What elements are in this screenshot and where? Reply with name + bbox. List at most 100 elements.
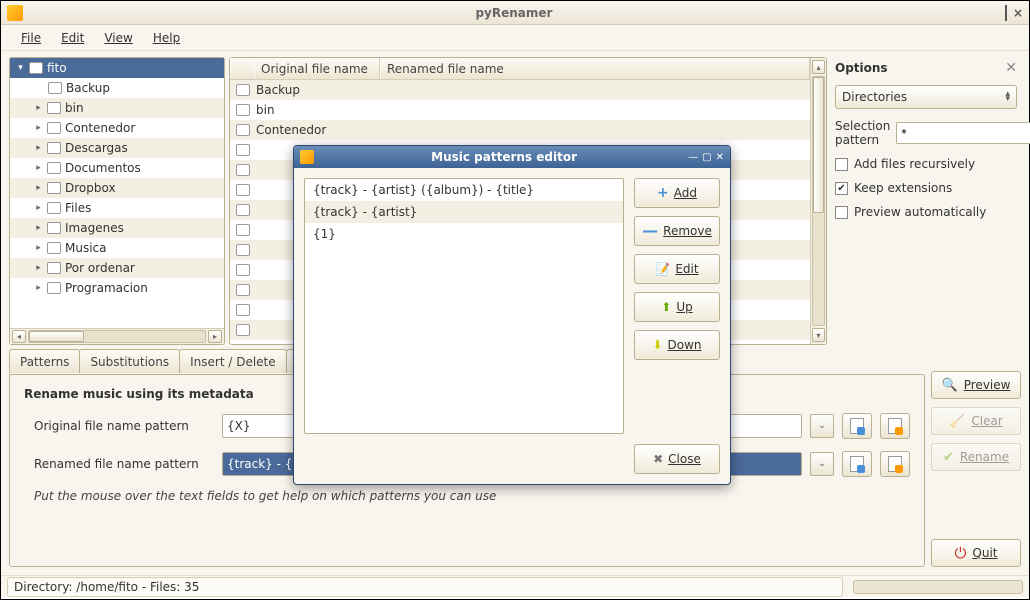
pattern-item[interactable]: {track} - {artist} ({album}) - {title} [305, 179, 623, 201]
list-cell: bin [256, 103, 275, 117]
expander-icon[interactable]: ▸ [34, 263, 43, 273]
tree-label: Programacion [65, 281, 148, 295]
expander-icon[interactable]: ▸ [34, 163, 43, 173]
pattern-item[interactable]: {track} - {artist} [305, 201, 623, 223]
preview-auto-checkbox[interactable] [835, 206, 848, 219]
orig-pattern-edit-button[interactable] [880, 413, 910, 439]
keep-extensions-checkbox[interactable]: ✔ [835, 182, 848, 195]
scroll-thumb[interactable] [29, 331, 84, 342]
tree-item[interactable]: ▸ Files [10, 198, 224, 218]
pattern-item[interactable]: {1} [305, 223, 623, 245]
tree-item[interactable]: ▸ Documentos [10, 158, 224, 178]
window-close-button[interactable]: × [1013, 6, 1023, 20]
options-type-combo[interactable]: Directories ▴▾ [835, 85, 1017, 109]
folder-icon [236, 104, 250, 116]
scroll-left-icon[interactable]: ◂ [12, 330, 26, 343]
menu-help[interactable]: Help [145, 28, 188, 48]
tree-label: Por ordenar [65, 261, 135, 275]
dialog-close-button[interactable]: ✕ [716, 152, 724, 163]
tree-item[interactable]: ▸ Dropbox [10, 178, 224, 198]
expander-icon[interactable]: ▸ [34, 143, 43, 153]
selection-pattern-input[interactable] [896, 122, 1030, 144]
clear-button[interactable]: 🧹Clear [931, 407, 1021, 435]
tab-substitutions[interactable]: Substitutions [79, 349, 180, 373]
menu-edit[interactable]: Edit [53, 28, 92, 48]
edit-icon [888, 418, 902, 434]
column-renamed[interactable]: Renamed file name [380, 58, 810, 79]
tree-hscrollbar[interactable]: ◂ ▸ [10, 328, 224, 344]
orig-pattern-save-button[interactable] [842, 413, 872, 439]
list-item[interactable]: Contenedor [230, 120, 810, 140]
expander-icon[interactable]: ▸ [34, 123, 43, 133]
rename-button[interactable]: ✔Rename [931, 443, 1021, 471]
expander-icon[interactable]: ▸ [34, 103, 43, 113]
filelist-vscrollbar[interactable]: ▴ ▾ [810, 58, 826, 344]
remove-button[interactable]: —Remove [634, 216, 720, 246]
expander-icon[interactable]: ▸ [34, 223, 43, 233]
up-button[interactable]: ⬆Up [634, 292, 720, 322]
preview-button[interactable]: 🔍Preview [931, 371, 1021, 399]
tab-patterns[interactable]: Patterns [9, 349, 80, 373]
tree-label: fito [47, 61, 67, 75]
list-item[interactable]: Backup [230, 80, 810, 100]
expander-icon[interactable]: ▸ [34, 243, 43, 253]
orig-pattern-dropdown[interactable]: ⌄ [810, 414, 834, 438]
tree-root[interactable]: ▾ fito [10, 58, 224, 78]
folder-icon [236, 244, 250, 256]
tree-item[interactable]: ▸ Musica [10, 238, 224, 258]
menu-view[interactable]: View [96, 28, 140, 48]
renamed-pattern-dropdown[interactable]: ⌄ [810, 452, 834, 476]
expander-icon[interactable]: ▸ [34, 203, 43, 213]
folder-icon [47, 162, 61, 174]
list-item[interactable]: bin [230, 100, 810, 120]
tree-item[interactable]: ▸ Por ordenar [10, 258, 224, 278]
keep-extensions-label: Keep extensions [854, 181, 952, 195]
options-close-icon[interactable]: ✕ [1005, 60, 1017, 76]
edit-button[interactable]: 📝Edit [634, 254, 720, 284]
tree-item[interactable]: ▸ Descargas [10, 138, 224, 158]
add-recursive-label: Add files recursively [854, 157, 975, 171]
patterns-list[interactable]: {track} - {artist} ({album}) - {title} {… [304, 178, 624, 434]
patterns-hint: Put the mouse over the text fields to ge… [24, 489, 910, 503]
check-icon: ✔ [943, 450, 954, 465]
tree-label: Musica [65, 241, 107, 255]
dialog-titlebar[interactable]: Music patterns editor — ▢ ✕ [294, 146, 730, 168]
tree-item[interactable]: Backup [10, 78, 224, 98]
folder-icon [236, 204, 250, 216]
progress-bar [853, 580, 1023, 594]
tree-label: Dropbox [65, 181, 116, 195]
folder-icon [47, 242, 61, 254]
tree-item[interactable]: ▸ bin [10, 98, 224, 118]
quit-icon: ⏻ [955, 544, 967, 562]
scroll-right-icon[interactable]: ▸ [208, 330, 222, 343]
folder-icon [236, 124, 250, 136]
app-icon [7, 5, 23, 21]
expander-icon[interactable]: ▾ [16, 63, 25, 73]
app-icon [300, 150, 314, 164]
tree-item[interactable]: ▸ Programacion [10, 278, 224, 298]
dialog-maximize-button[interactable]: ▢ [702, 152, 711, 163]
column-original[interactable]: Original file name [254, 58, 380, 79]
tab-insert-delete[interactable]: Insert / Delete [179, 349, 287, 373]
tree-item[interactable]: ▸ Contenedor [10, 118, 224, 138]
folder-icon [47, 202, 61, 214]
menu-file[interactable]: File [13, 28, 49, 48]
music-patterns-dialog: Music patterns editor — ▢ ✕ {track} - {a… [293, 145, 731, 485]
scroll-thumb[interactable] [813, 77, 824, 213]
close-button[interactable]: ✖Close [634, 444, 720, 474]
add-recursive-checkbox[interactable] [835, 158, 848, 171]
expander-icon[interactable]: ▸ [34, 283, 43, 293]
quit-button[interactable]: ⏻Quit [931, 539, 1021, 567]
tree-item[interactable]: ▸ Imagenes [10, 218, 224, 238]
add-button[interactable]: +Add [634, 178, 720, 208]
menubar: File Edit View Help [1, 25, 1029, 51]
scroll-down-icon[interactable]: ▾ [812, 328, 825, 342]
down-button[interactable]: ⬇Down [634, 330, 720, 360]
renamed-pattern-save-button[interactable] [842, 451, 872, 477]
window-maximize-button[interactable] [1005, 6, 1007, 20]
dialog-minimize-button[interactable]: — [688, 152, 698, 163]
renamed-pattern-edit-button[interactable] [880, 451, 910, 477]
folder-icon [236, 304, 250, 316]
expander-icon[interactable]: ▸ [34, 183, 43, 193]
scroll-up-icon[interactable]: ▴ [812, 60, 825, 74]
